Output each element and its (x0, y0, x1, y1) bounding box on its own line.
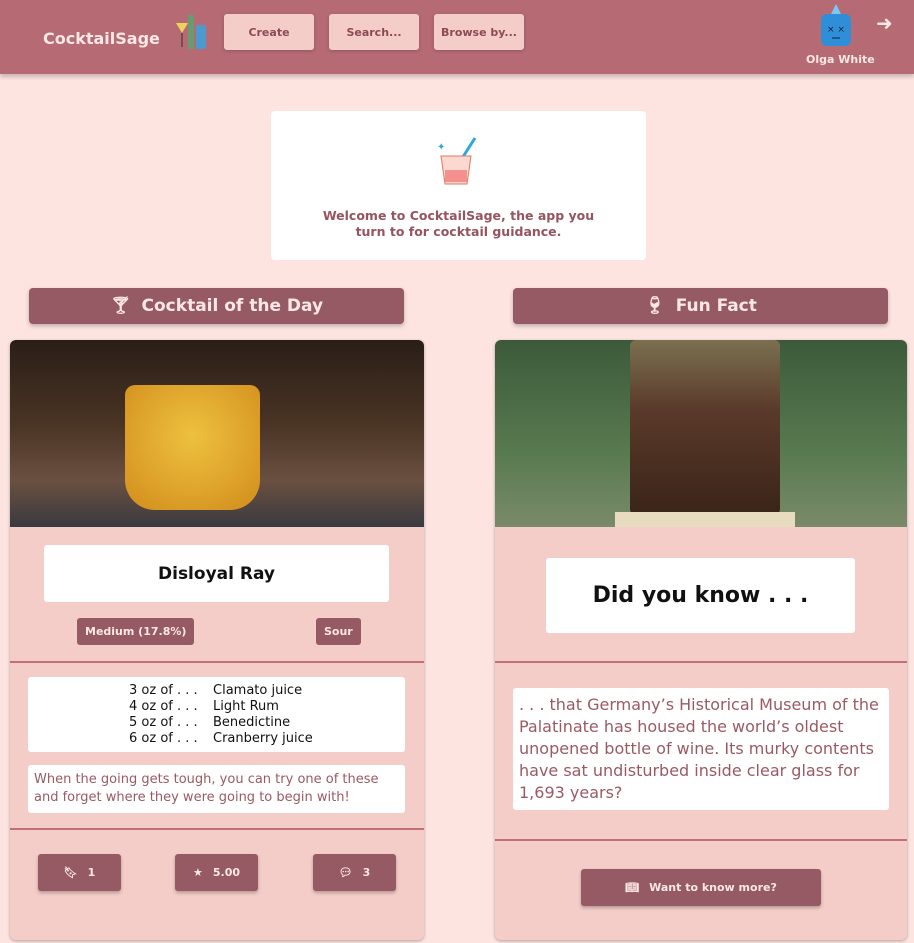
cocktail-card (10, 340, 424, 940)
ingredient-name: Light Rum (213, 699, 279, 714)
user-name: Olga White (806, 53, 875, 66)
user-avatar-icon[interactable]: × × (815, 4, 857, 46)
divider (495, 661, 907, 663)
star-icon: ★ (192, 866, 203, 879)
comments-button[interactable]: 💬︎ 3 (313, 854, 396, 891)
cocktail-of-day-header: 🍸︎ Cocktail of the Day (29, 288, 404, 324)
ingredient-name: Clamato juice (213, 683, 303, 698)
ingredient-name: Cranberry juice (213, 731, 313, 746)
cocktail-image (10, 340, 424, 527)
create-button[interactable]: Create (224, 14, 314, 50)
rating-button[interactable]: ★ 5.00 (175, 854, 258, 891)
strength-badge: Medium (17.8%) (77, 618, 195, 645)
more-label: Want to know more? (649, 881, 777, 894)
fact-title: Did you know . . . (546, 558, 855, 633)
ingredient-name: Benedictine (213, 715, 291, 730)
comments-icon: 💬︎ (338, 866, 353, 879)
fact-image (495, 340, 907, 527)
divider (10, 828, 424, 830)
fun-fact-card (495, 340, 907, 940)
bookmark-button[interactable]: 🔖︎ 1 (38, 854, 121, 891)
welcome-text: Welcome to CocktailSage, the app you tur… (322, 208, 595, 239)
welcome-card: ✦ Welcome to CocktailSage, the app you t… (271, 111, 646, 260)
fact-header-label: Fun Fact (675, 296, 757, 316)
cocktail-name[interactable]: Disloyal Ray (44, 545, 389, 602)
svg-text:× ×: × × (827, 25, 845, 35)
browse-button[interactable]: Browse by... (434, 14, 524, 50)
bookmark-count: 1 (87, 866, 96, 879)
brand[interactable]: CocktailSage (43, 29, 160, 48)
martini-icon: 🍸︎ (109, 296, 132, 316)
logout-icon[interactable]: ➜ (876, 11, 893, 35)
comment-count: 3 (362, 866, 371, 879)
want-to-know-more-button[interactable]: 📖︎ Want to know more? (581, 869, 821, 906)
book-icon: 📖︎ (625, 881, 640, 894)
svg-text:✦: ✦ (437, 142, 445, 153)
fun-fact-header: 🍷︎ Fun Fact (513, 288, 888, 324)
ingredient-amount: 6 oz of . . . (129, 731, 198, 746)
navbar: CocktailSage Create Search... Browse by.… (0, 0, 914, 74)
cocktail-description: When the going gets tough, you can try o… (28, 765, 405, 813)
bookmark-icon: 🔖︎ (63, 866, 78, 879)
ingredient-amount: 3 oz of . . . (129, 683, 198, 698)
rating-value: 5.00 (212, 866, 240, 879)
search-button[interactable]: Search... (329, 14, 419, 50)
cocktail-header-label: Cocktail of the Day (141, 296, 324, 316)
cocktail-glass-icon: ✦ (437, 137, 477, 185)
divider (10, 661, 424, 663)
ingredient-amount: 4 oz of . . . (129, 699, 198, 714)
ingredient-amount: 5 oz of . . . (129, 715, 198, 730)
fact-text: . . . that Germany’s Historical Museum o… (513, 688, 889, 810)
flavor-badge: Sour (316, 618, 361, 645)
bottles-logo-icon (176, 15, 206, 49)
divider (495, 839, 907, 841)
wine-glass-icon: 🍷︎ (644, 296, 666, 316)
ingredients-list: 3 oz of . . . Clamato juice 4 oz of . . .… (28, 677, 405, 752)
